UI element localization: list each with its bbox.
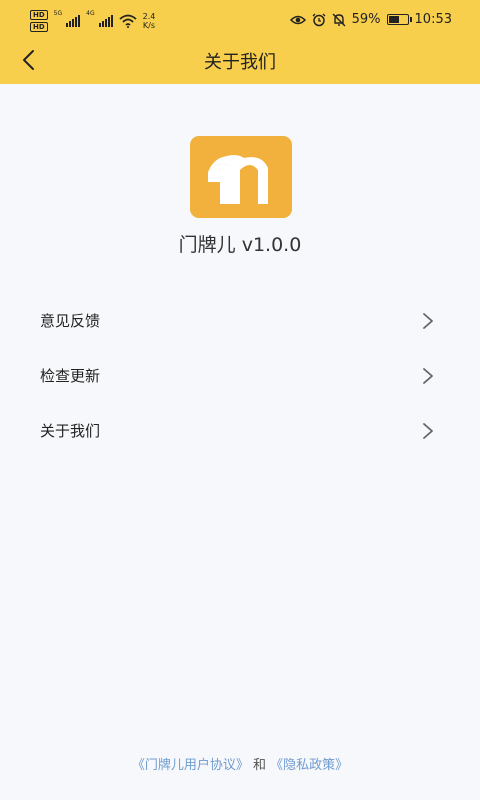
app-name-version: 门牌儿 v1.0.0	[178, 234, 302, 256]
menu-list: 意见反馈 检查更新 关于我们	[0, 293, 480, 458]
privacy-policy-link[interactable]: 《隐私政策》	[270, 758, 348, 773]
network-speed-unit: K/s	[142, 21, 156, 30]
menu-item-about-us[interactable]: 关于我们	[0, 403, 480, 458]
wifi-icon	[119, 14, 137, 28]
footer-conjunction: 和	[252, 758, 266, 773]
page-title: 关于我们	[204, 52, 276, 73]
user-agreement-link[interactable]: 《门牌儿用户协议》	[132, 758, 249, 773]
chevron-right-icon	[423, 313, 433, 329]
eye-icon	[289, 15, 306, 24]
menu-item-label: 检查更新	[40, 367, 101, 385]
signal-icon	[66, 15, 81, 27]
clock-time: 10:53	[414, 12, 452, 27]
battery-icon	[386, 14, 412, 25]
chevron-right-icon	[423, 423, 433, 439]
menu-item-feedback[interactable]: 意见反馈	[0, 293, 480, 348]
app-logo-icon	[190, 136, 292, 218]
signal-icon	[98, 15, 113, 27]
battery-percent: 59%	[351, 12, 381, 27]
menu-item-label: 意见反馈	[40, 312, 101, 330]
chevron-right-icon	[423, 368, 433, 384]
battery-level	[388, 16, 399, 23]
network-speed-value: 2.4	[142, 12, 156, 21]
5g-icon: 5G	[53, 10, 63, 17]
menu-item-check-update[interactable]: 检查更新	[0, 348, 480, 403]
menu-item-label: 关于我们	[40, 422, 101, 440]
status-right: 59% 10:53	[289, 12, 452, 27]
nav-bar: 关于我们	[0, 38, 480, 84]
legal-footer: 《门牌儿用户协议》 和 《隐私政策》	[0, 754, 480, 773]
top-bar: HD HD 5G 4G 2.4 K/s 59% 10:53 关于我们	[0, 0, 480, 84]
status-left: HD HD 5G 4G 2.4 K/s	[30, 10, 155, 32]
4g-icon: 4G	[86, 10, 95, 17]
network-speed: 2.4 K/s	[143, 12, 156, 30]
status-bar: HD HD 5G 4G 2.4 K/s 59% 10:53	[0, 0, 480, 38]
alarm-icon	[312, 13, 326, 26]
mute-icon	[332, 13, 346, 26]
hd-icon: HD HD	[30, 10, 48, 32]
